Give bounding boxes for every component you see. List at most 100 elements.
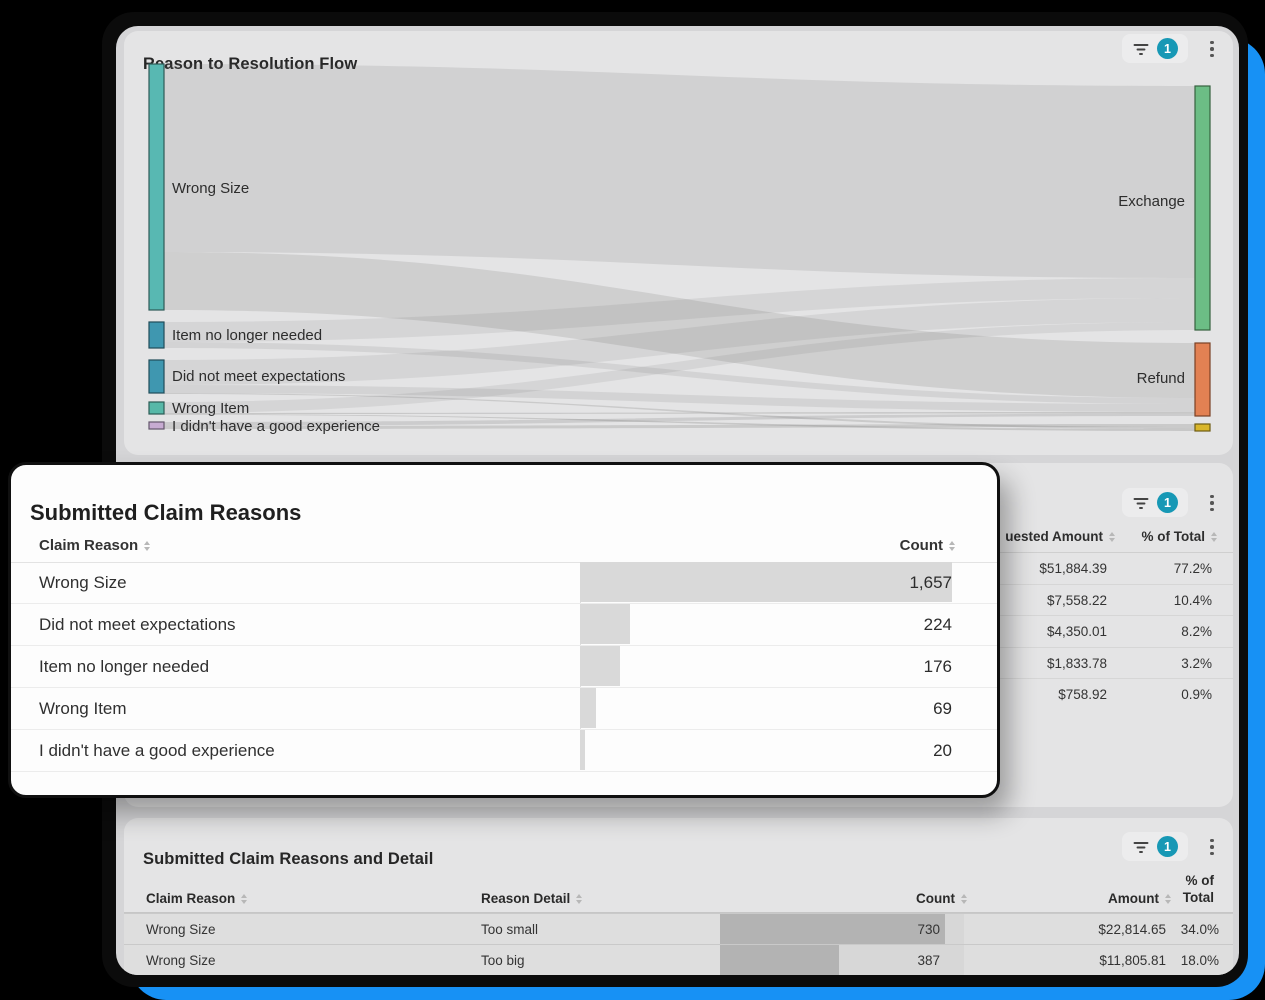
claim-reason-value: Did not meet expectations xyxy=(39,615,236,634)
column-header-pct-of-total[interactable]: % of Total xyxy=(1183,872,1214,906)
detail-card-title: Submitted Claim Reasons and Detail xyxy=(143,849,434,868)
filter-funnel-icon xyxy=(1133,497,1149,509)
sankey-node-refund[interactable] xyxy=(1194,342,1211,417)
column-label: Amount xyxy=(1108,891,1159,906)
sankey-node-item-no-longer-needed[interactable] xyxy=(148,321,165,349)
link-wrongitem-refund xyxy=(164,412,1195,414)
detail-table-header: Claim Reason Reason Detail Count Amount xyxy=(124,870,1233,913)
node-label-exchange: Exchange xyxy=(1118,193,1185,210)
count-value: 176 xyxy=(923,657,952,676)
column-header-claim-reason[interactable]: Claim Reason xyxy=(146,891,248,906)
node-label-item-no-longer-needed: Item no longer needed xyxy=(172,327,322,344)
column-label: Reason Detail xyxy=(481,891,571,906)
sankey-card: Reason to Resolution Flow 1 Wrong Size I… xyxy=(124,31,1233,455)
kebab-menu-button[interactable] xyxy=(1205,490,1219,516)
table-row[interactable]: I didn't have a good experience 20 xyxy=(11,730,997,772)
filter-button[interactable]: 1 xyxy=(1122,488,1188,517)
node-label-wrong-size: Wrong Size xyxy=(172,180,249,197)
sankey-node-wrong-size[interactable] xyxy=(148,63,165,311)
filter-funnel-icon xyxy=(1133,841,1149,853)
sankey-node-unlabeled-small[interactable] xyxy=(1194,423,1211,432)
count-bar-track: 730 xyxy=(720,914,964,945)
requested-amount-value: $758.92 xyxy=(1058,687,1107,703)
count-bar xyxy=(580,562,952,602)
table-row[interactable]: Wrong Item 69 xyxy=(11,688,997,730)
filter-button[interactable]: 1 xyxy=(1122,34,1188,63)
column-label-line2: Total xyxy=(1182,890,1214,905)
column-header-reason-detail[interactable]: Reason Detail xyxy=(481,891,583,906)
column-label: Count xyxy=(916,891,955,906)
column-label-line1: % of xyxy=(1185,873,1215,888)
page-root: Reason to Resolution Flow 1 Wrong Size I… xyxy=(0,0,1265,1000)
count-value: 1,657 xyxy=(909,573,952,592)
column-label: uested Amount xyxy=(1005,529,1103,544)
requested-amount-value: $7,558.22 xyxy=(1046,592,1107,608)
column-header-pct-of-total[interactable]: % of Total xyxy=(1142,529,1217,544)
sort-icon[interactable] xyxy=(576,893,583,904)
pct-of-total-value: 34.0% xyxy=(1180,922,1219,937)
node-label-wrong-item: Wrong Item xyxy=(172,400,249,417)
kebab-menu-button[interactable] xyxy=(1205,36,1219,62)
count-bar-track: 387 xyxy=(720,945,964,975)
column-label: Count xyxy=(899,537,943,554)
pct-of-total-value: 10.4% xyxy=(1173,592,1212,608)
filter-count-badge: 1 xyxy=(1157,492,1178,513)
column-header-requested-amount[interactable]: uested Amount xyxy=(1005,529,1115,544)
filter-button[interactable]: 1 xyxy=(1122,832,1188,861)
sankey-diagram: Wrong Size Item no longer needed Did not… xyxy=(148,63,1211,435)
sort-icon[interactable] xyxy=(1165,893,1171,904)
claim-reason-value: Wrong Size xyxy=(146,922,216,937)
filter-funnel-icon xyxy=(1133,43,1149,55)
sort-icon[interactable] xyxy=(961,893,967,904)
sankey-node-wrong-item[interactable] xyxy=(148,401,165,415)
count-bar xyxy=(580,688,596,728)
table-row[interactable]: Wrong Size Too big 387 $11,805.81 18.0% xyxy=(124,944,1233,975)
column-label: Claim Reason xyxy=(146,891,236,906)
table-row[interactable]: Wrong Size Too small 730 $22,814.65 34.0… xyxy=(124,913,1233,945)
table-row[interactable]: Did not meet expectations 224 xyxy=(11,604,997,646)
pct-of-total-value: 77.2% xyxy=(1173,561,1212,576)
amount-value: $11,805.81 xyxy=(1099,953,1166,968)
count-bar xyxy=(580,646,620,686)
sankey-node-no-good-experience[interactable] xyxy=(148,421,165,430)
sort-icon[interactable] xyxy=(1109,531,1115,542)
sankey-node-did-not-meet-expectations[interactable] xyxy=(148,359,165,394)
claim-reason-value: Wrong Item xyxy=(39,699,127,718)
column-header-count[interactable]: Count xyxy=(916,891,967,906)
sort-icon[interactable] xyxy=(1211,531,1217,542)
column-header-claim-reason[interactable]: Claim Reason xyxy=(39,537,151,554)
requested-amount-value: $1,833.78 xyxy=(1046,655,1107,671)
sankey-node-exchange[interactable] xyxy=(1194,85,1211,331)
table-row[interactable]: Wrong Size 1,657 xyxy=(11,562,997,604)
kebab-menu-button[interactable] xyxy=(1205,834,1219,860)
claims-detail-card: Submitted Claim Reasons and Detail 1 Cla… xyxy=(124,818,1233,975)
column-header-amount[interactable]: Amount xyxy=(1108,891,1171,906)
pct-of-total-value: 18.0% xyxy=(1180,953,1219,968)
sort-icon[interactable] xyxy=(241,893,248,904)
reason-detail-value: Too big xyxy=(481,953,525,968)
claim-reason-value: I didn't have a good experience xyxy=(39,741,275,760)
table-row[interactable]: Item no longer needed 176 xyxy=(11,646,997,688)
count-bar xyxy=(720,914,945,945)
pct-of-total-value: 0.9% xyxy=(1181,687,1212,703)
row-cells: Wrong Size Too big 387 $11,805.81 18.0% xyxy=(124,945,1233,975)
sort-icon[interactable] xyxy=(949,540,955,551)
column-header-count[interactable]: Count xyxy=(900,537,955,554)
popup-table-header: Claim Reason Count xyxy=(11,529,997,563)
count-value: 224 xyxy=(923,615,952,634)
column-label: Claim Reason xyxy=(39,537,139,554)
filter-count-badge: 1 xyxy=(1157,38,1178,59)
pct-of-total-value: 3.2% xyxy=(1181,655,1212,671)
count-value: 730 xyxy=(917,922,940,937)
requested-amount-value: $4,350.01 xyxy=(1046,624,1107,640)
node-label-did-not-meet-expectations: Did not meet expectations xyxy=(172,368,345,385)
count-bar xyxy=(580,730,585,770)
count-value: 69 xyxy=(933,699,952,718)
sort-icon[interactable] xyxy=(144,540,151,551)
claim-reason-value: Wrong Size xyxy=(146,953,216,968)
count-bar xyxy=(580,604,630,644)
claim-reason-value: Item no longer needed xyxy=(39,657,210,676)
pct-of-total-value: 8.2% xyxy=(1181,624,1212,640)
count-value: 387 xyxy=(917,953,940,968)
count-bar xyxy=(720,945,839,975)
